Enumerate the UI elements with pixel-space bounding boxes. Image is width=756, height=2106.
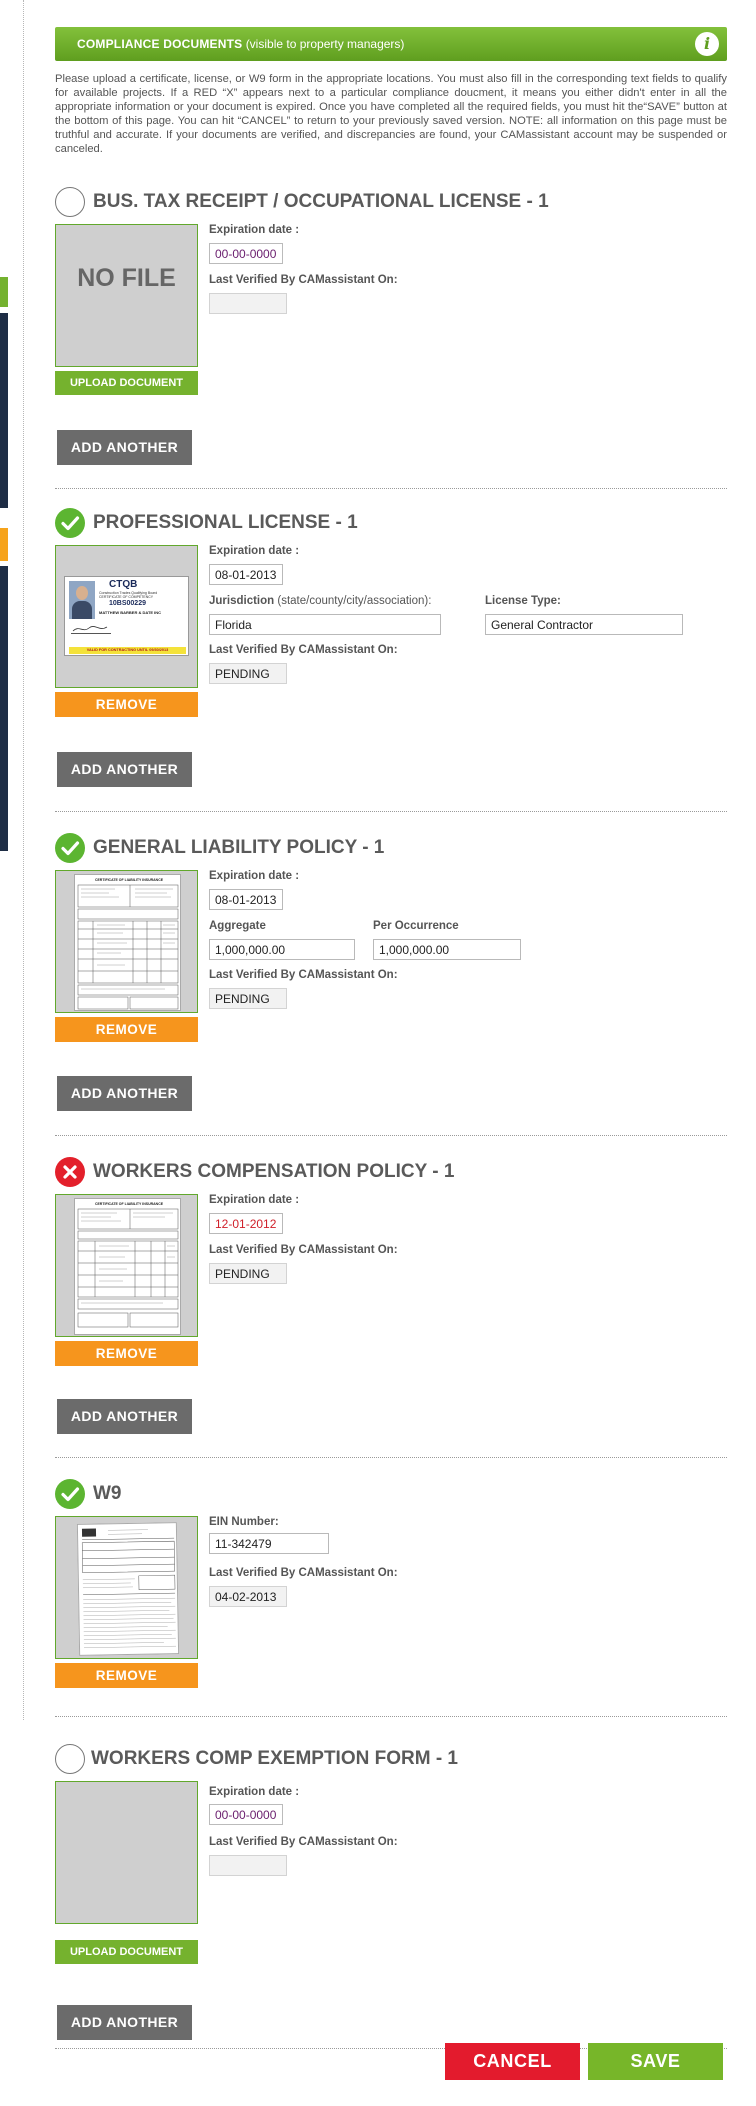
last-verified-field	[209, 988, 287, 1009]
last-verified-field	[209, 293, 287, 314]
workers-comp-certificate-thumbnail[interactable]: CERTIFICATE OF LIABILITY INSURANCE	[55, 1194, 198, 1337]
banner-title: COMPLIANCE DOCUMENTS	[77, 37, 243, 51]
upload-document-button[interactable]: UPLOAD DOCUMENT	[55, 371, 198, 395]
expiration-date-label: Expiration date :	[209, 545, 300, 557]
section-title: BUS. TAX RECEIPT / OCCUPATIONAL LICENSE …	[93, 191, 549, 212]
ein-number-input[interactable]	[209, 1533, 329, 1554]
nav-tab-orange[interactable]	[0, 528, 8, 561]
compliance-banner: COMPLIANCE DOCUMENTS (visible to propert…	[55, 27, 727, 61]
nav-tab-panel-2[interactable]	[0, 566, 8, 851]
last-verified-label: Last Verified By CAMassistant On:	[209, 1244, 398, 1256]
section-title: GENERAL LIABILITY POLICY - 1	[93, 837, 385, 858]
error-x-icon	[55, 1157, 85, 1187]
upload-document-button[interactable]: UPLOAD DOCUMENT	[55, 1940, 198, 1964]
add-another-button[interactable]: ADD ANOTHER	[57, 1399, 192, 1434]
expiration-date-label: Expiration date :	[209, 224, 300, 236]
document-thumbnail-empty: NO FILE	[55, 224, 198, 367]
last-verified-label: Last Verified By CAMassistant On:	[209, 1567, 398, 1579]
nav-tab-panel-1[interactable]	[0, 313, 8, 508]
card-line-2: CERTIFICATE OF COMPETENCY	[99, 595, 154, 599]
no-file-label: NO FILE	[77, 264, 176, 292]
liability-certificate-thumbnail[interactable]: CERTIFICATE OF LIABILITY INSURANCE	[55, 870, 198, 1013]
info-icon[interactable]: i	[695, 32, 719, 56]
remove-document-button[interactable]: REMOVE	[55, 1017, 198, 1042]
section-title: WORKERS COMPENSATION POLICY - 1	[93, 1161, 455, 1182]
jurisdiction-hint: (state/county/city/association):	[277, 595, 432, 607]
expiration-date-input-expired[interactable]	[209, 1213, 283, 1234]
per-occurrence-input[interactable]	[373, 939, 521, 960]
save-button[interactable]: SAVE	[588, 2043, 723, 2080]
license-type-label: License Type:	[485, 595, 561, 607]
card-validity: VALID FOR CONTRACTING UNTIL 09/30/2013	[69, 647, 186, 654]
card-org: CTQB	[109, 579, 138, 590]
aggregate-label: Aggregate	[209, 920, 266, 932]
section-divider	[55, 488, 727, 489]
remove-document-button[interactable]: REMOVE	[55, 692, 198, 717]
status-empty-icon	[55, 1744, 85, 1774]
aggregate-input[interactable]	[209, 939, 355, 960]
instructions-text: Please upload a certificate, license, or…	[55, 73, 727, 155]
section-divider	[55, 1135, 727, 1136]
last-verified-label: Last Verified By CAMassistant On:	[209, 644, 398, 656]
card-holder-name: MATTHEW BARBER & DATE INC	[99, 610, 162, 615]
nav-tab-green[interactable]	[0, 277, 8, 307]
document-thumbnail-empty	[55, 1781, 198, 1924]
last-verified-label: Last Verified By CAMassistant On:	[209, 969, 398, 981]
expiration-date-input[interactable]	[209, 564, 283, 585]
expiration-date-label: Expiration date :	[209, 1194, 300, 1206]
add-another-button[interactable]: ADD ANOTHER	[57, 1076, 192, 1111]
expiration-date-label: Expiration date :	[209, 1786, 300, 1798]
cancel-button[interactable]: CANCEL	[445, 2043, 580, 2080]
last-verified-label: Last Verified By CAMassistant On:	[209, 1836, 398, 1848]
jurisdiction-label: Jurisdiction (state/county/city/associat…	[209, 595, 431, 607]
add-another-button[interactable]: ADD ANOTHER	[57, 2005, 192, 2040]
photo-icon	[69, 581, 95, 619]
last-verified-field	[209, 1263, 287, 1284]
license-card-image: CTQB Construction Trades Qualifying Boar…	[64, 576, 189, 656]
per-occurrence-label: Per Occurrence	[373, 920, 459, 932]
remove-document-button[interactable]: REMOVE	[55, 1663, 198, 1688]
ein-number-label: EIN Number:	[209, 1516, 279, 1528]
checkmark-icon	[55, 833, 85, 863]
section-divider	[55, 1716, 727, 1717]
w9-page-image	[76, 1522, 180, 1656]
expiration-date-label: Expiration date :	[209, 870, 300, 882]
section-title: WORKERS COMP EXEMPTION FORM - 1	[91, 1748, 459, 1769]
section-divider	[55, 811, 727, 812]
certificate-page-image: CERTIFICATE OF LIABILITY INSURANCE	[74, 1198, 181, 1335]
add-another-button[interactable]: ADD ANOTHER	[57, 752, 192, 787]
last-verified-label: Last Verified By CAMassistant On:	[209, 274, 398, 286]
expiration-date-input[interactable]	[209, 1804, 283, 1825]
jurisdiction-input[interactable]	[209, 614, 441, 635]
jurisdiction-label-text: Jurisdiction	[209, 595, 275, 607]
license-card-thumbnail[interactable]: CTQB Construction Trades Qualifying Boar…	[55, 545, 198, 688]
w9-form-thumbnail[interactable]	[55, 1516, 198, 1659]
card-number: 10BS00229	[109, 600, 146, 607]
last-verified-field	[209, 1855, 287, 1876]
last-verified-field	[209, 1586, 287, 1607]
status-empty-icon	[55, 187, 85, 217]
checkmark-icon	[55, 508, 85, 538]
section-title: W9	[93, 1483, 122, 1504]
last-verified-field	[209, 663, 287, 684]
expiration-date-input[interactable]	[209, 243, 283, 264]
left-navigation-strip	[0, 0, 26, 2106]
section-divider	[55, 1457, 727, 1458]
certificate-page-image: CERTIFICATE OF LIABILITY INSURANCE	[74, 874, 181, 1011]
checkmark-icon	[55, 1479, 85, 1509]
left-dotted-rule	[23, 0, 24, 1720]
banner-subtitle: (visible to property managers)	[245, 37, 405, 51]
expiration-date-input[interactable]	[209, 889, 283, 910]
license-type-input[interactable]	[485, 614, 683, 635]
section-title: PROFESSIONAL LICENSE - 1	[93, 512, 358, 533]
signature-mark	[71, 624, 111, 634]
remove-document-button[interactable]: REMOVE	[55, 1341, 198, 1366]
add-another-button[interactable]: ADD ANOTHER	[57, 430, 192, 465]
